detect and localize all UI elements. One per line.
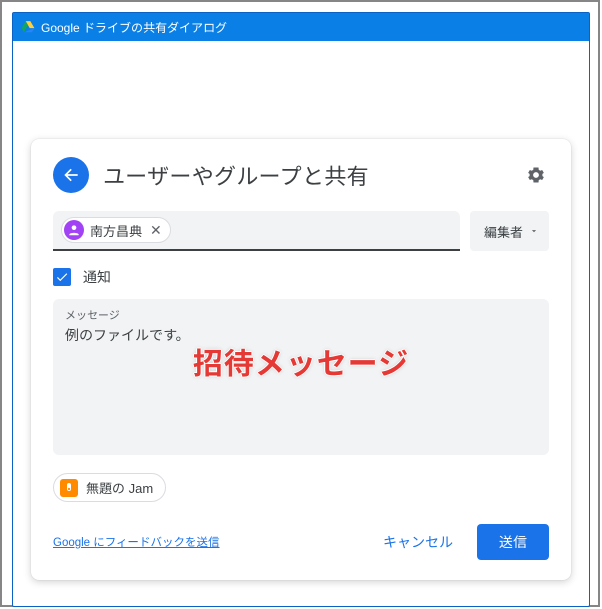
feedback-link[interactable]: Google にフィードバックを送信: [53, 534, 220, 550]
settings-button[interactable]: [523, 162, 549, 188]
google-drive-icon: [21, 20, 35, 34]
message-field-label: メッセージ: [65, 307, 537, 323]
dialog-title: ユーザーやグループと共有: [103, 159, 509, 191]
share-dialog-card: ユーザーやグループと共有 南方昌典 ✕: [31, 139, 571, 580]
back-button[interactable]: [53, 157, 89, 193]
arrow-left-icon: [61, 165, 81, 185]
window-title: Google ドライブの共有ダイアログ: [41, 19, 227, 36]
dialog-footer: Google にフィードバックを送信 キャンセル 送信: [53, 524, 549, 560]
app-window: Google ドライブの共有ダイアログ ユーザーやグループと共有: [12, 12, 590, 607]
jam-file-icon: [60, 479, 78, 497]
recipients-input[interactable]: 南方昌典 ✕: [53, 211, 460, 251]
attachment-name: 無題の Jam: [86, 478, 153, 497]
role-selector[interactable]: 編集者: [470, 211, 549, 251]
gear-icon: [526, 165, 546, 185]
content-area: ユーザーやグループと共有 南方昌典 ✕: [13, 41, 589, 606]
chip-remove-icon[interactable]: ✕: [150, 223, 162, 237]
send-button[interactable]: 送信: [477, 524, 549, 560]
notify-checkbox[interactable]: [53, 268, 71, 286]
person-chip[interactable]: 南方昌典 ✕: [61, 217, 171, 243]
notify-row: 通知: [53, 267, 549, 287]
outer-frame: Google ドライブの共有ダイアログ ユーザーやグループと共有: [0, 0, 600, 607]
check-icon: [55, 270, 69, 284]
recipients-row: 南方昌典 ✕ 編集者: [53, 211, 549, 251]
notify-label: 通知: [83, 267, 111, 287]
avatar-icon: [64, 220, 84, 240]
attachment-chip[interactable]: 無題の Jam: [53, 473, 166, 502]
message-input[interactable]: メッセージ 例のファイルです。 招待メッセージ: [53, 299, 549, 455]
message-field-value: 例のファイルです。: [65, 325, 537, 345]
titlebar: Google ドライブの共有ダイアログ: [13, 13, 589, 41]
annotation-overlay: 招待メッセージ: [53, 339, 549, 383]
role-selected-label: 編集者: [484, 222, 523, 241]
dialog-header: ユーザーやグループと共有: [53, 157, 549, 193]
cancel-button[interactable]: キャンセル: [365, 524, 471, 560]
chip-name: 南方昌典: [90, 221, 142, 240]
caret-down-icon: [529, 226, 539, 236]
